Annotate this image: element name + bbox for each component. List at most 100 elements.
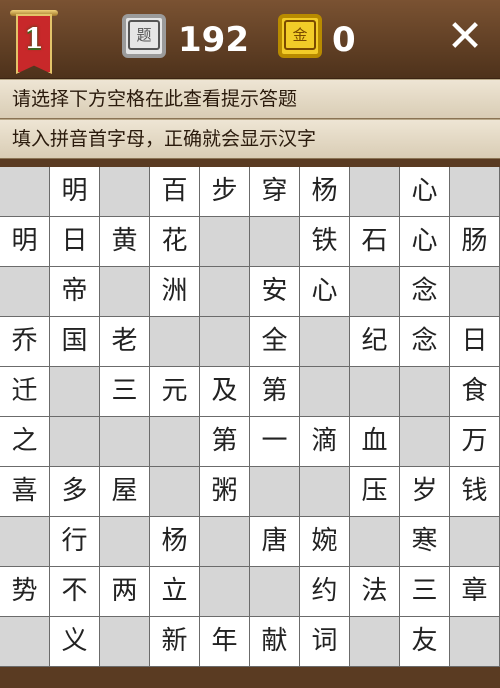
grid-cell-empty[interactable] xyxy=(250,567,300,617)
grid-cell-empty[interactable] xyxy=(200,517,250,567)
grid-cell-filled[interactable]: 洲 xyxy=(150,267,200,317)
grid-cell-filled[interactable]: 寒 xyxy=(400,517,450,567)
grid-cell-filled[interactable]: 词 xyxy=(300,617,350,667)
grid-cell-empty[interactable] xyxy=(200,317,250,367)
grid-cell-empty[interactable] xyxy=(0,167,50,217)
grid-cell-filled[interactable]: 老 xyxy=(100,317,150,367)
grid-cell-filled[interactable]: 法 xyxy=(350,567,400,617)
grid-cell-filled[interactable]: 全 xyxy=(250,317,300,367)
grid-cell-filled[interactable]: 万 xyxy=(450,417,500,467)
grid-cell-filled[interactable]: 一 xyxy=(250,417,300,467)
grid-cell-filled[interactable]: 新 xyxy=(150,617,200,667)
grid-cell-filled[interactable]: 迁 xyxy=(0,367,50,417)
grid-cell-empty[interactable] xyxy=(150,317,200,367)
grid-cell-filled[interactable]: 杨 xyxy=(300,167,350,217)
grid-cell-filled[interactable]: 第 xyxy=(200,417,250,467)
grid-cell-empty[interactable] xyxy=(350,267,400,317)
grid-cell-filled[interactable]: 唐 xyxy=(250,517,300,567)
grid-cell-filled[interactable]: 乔 xyxy=(0,317,50,367)
grid-cell-empty[interactable] xyxy=(350,167,400,217)
grid-cell-empty[interactable] xyxy=(100,167,150,217)
grid-cell-filled[interactable]: 食 xyxy=(450,367,500,417)
grid-cell-filled[interactable]: 滴 xyxy=(300,417,350,467)
grid-cell-empty[interactable] xyxy=(200,217,250,267)
grid-cell-filled[interactable]: 日 xyxy=(450,317,500,367)
grid-cell-filled[interactable]: 献 xyxy=(250,617,300,667)
grid-cell-filled[interactable]: 之 xyxy=(0,417,50,467)
grid-cell-filled[interactable]: 穿 xyxy=(250,167,300,217)
grid-cell-filled[interactable]: 婉 xyxy=(300,517,350,567)
grid-cell-filled[interactable]: 义 xyxy=(50,617,100,667)
grid-cell-empty[interactable] xyxy=(200,267,250,317)
grid-cell-filled[interactable]: 势 xyxy=(0,567,50,617)
grid-cell-empty[interactable] xyxy=(100,417,150,467)
grid-cell-filled[interactable]: 心 xyxy=(400,167,450,217)
grid-cell-filled[interactable]: 纪 xyxy=(350,317,400,367)
grid-cell-filled[interactable]: 安 xyxy=(250,267,300,317)
grid-cell-filled[interactable]: 元 xyxy=(150,367,200,417)
grid-cell-filled[interactable]: 日 xyxy=(50,217,100,267)
grid-cell-filled[interactable]: 多 xyxy=(50,467,100,517)
grid-cell-empty[interactable] xyxy=(450,167,500,217)
grid-cell-filled[interactable]: 肠 xyxy=(450,217,500,267)
grid-cell-filled[interactable]: 屋 xyxy=(100,467,150,517)
grid-cell-filled[interactable]: 帝 xyxy=(50,267,100,317)
grid-cell-empty[interactable] xyxy=(50,367,100,417)
grid-cell-empty[interactable] xyxy=(250,217,300,267)
grid-cell-filled[interactable]: 钱 xyxy=(450,467,500,517)
grid-cell-empty[interactable] xyxy=(0,517,50,567)
grid-cell-empty[interactable] xyxy=(200,567,250,617)
close-button[interactable]: ✕ xyxy=(442,14,488,60)
grid-cell-empty[interactable] xyxy=(350,517,400,567)
grid-cell-filled[interactable]: 年 xyxy=(200,617,250,667)
grid-cell-filled[interactable]: 心 xyxy=(300,267,350,317)
grid-cell-filled[interactable]: 念 xyxy=(400,317,450,367)
grid-cell-empty[interactable] xyxy=(300,467,350,517)
grid-cell-filled[interactable]: 喜 xyxy=(0,467,50,517)
grid-cell-filled[interactable]: 黄 xyxy=(100,217,150,267)
grid-cell-filled[interactable]: 第 xyxy=(250,367,300,417)
grid-cell-empty[interactable] xyxy=(250,467,300,517)
grid-cell-filled[interactable]: 不 xyxy=(50,567,100,617)
grid-cell-empty[interactable] xyxy=(400,417,450,467)
grid-cell-empty[interactable] xyxy=(450,517,500,567)
grid-cell-filled[interactable]: 百 xyxy=(150,167,200,217)
grid-cell-empty[interactable] xyxy=(100,267,150,317)
grid-cell-empty[interactable] xyxy=(300,317,350,367)
grid-cell-filled[interactable]: 行 xyxy=(50,517,100,567)
grid-cell-filled[interactable]: 国 xyxy=(50,317,100,367)
grid-cell-empty[interactable] xyxy=(150,467,200,517)
grid-cell-filled[interactable]: 血 xyxy=(350,417,400,467)
grid-cell-filled[interactable]: 两 xyxy=(100,567,150,617)
grid-cell-filled[interactable]: 岁 xyxy=(400,467,450,517)
grid-cell-filled[interactable]: 粥 xyxy=(200,467,250,517)
grid-cell-filled[interactable]: 明 xyxy=(50,167,100,217)
grid-cell-empty[interactable] xyxy=(350,617,400,667)
grid-cell-empty[interactable] xyxy=(400,367,450,417)
grid-cell-filled[interactable]: 念 xyxy=(400,267,450,317)
grid-cell-filled[interactable]: 心 xyxy=(400,217,450,267)
grid-cell-empty[interactable] xyxy=(50,417,100,467)
grid-cell-empty[interactable] xyxy=(300,367,350,417)
grid-cell-empty[interactable] xyxy=(350,367,400,417)
grid-cell-empty[interactable] xyxy=(450,267,500,317)
grid-cell-filled[interactable]: 立 xyxy=(150,567,200,617)
grid-cell-filled[interactable]: 压 xyxy=(350,467,400,517)
grid-cell-filled[interactable]: 友 xyxy=(400,617,450,667)
grid-cell-filled[interactable]: 明 xyxy=(0,217,50,267)
grid-cell-empty[interactable] xyxy=(100,517,150,567)
grid-cell-filled[interactable]: 石 xyxy=(350,217,400,267)
grid-cell-filled[interactable]: 章 xyxy=(450,567,500,617)
grid-cell-filled[interactable]: 三 xyxy=(100,367,150,417)
grid-cell-filled[interactable]: 杨 xyxy=(150,517,200,567)
grid-cell-empty[interactable] xyxy=(0,267,50,317)
grid-cell-filled[interactable]: 花 xyxy=(150,217,200,267)
grid-cell-filled[interactable]: 三 xyxy=(400,567,450,617)
grid-cell-empty[interactable] xyxy=(450,617,500,667)
grid-cell-filled[interactable]: 约 xyxy=(300,567,350,617)
grid-cell-filled[interactable]: 步 xyxy=(200,167,250,217)
grid-cell-empty[interactable] xyxy=(0,617,50,667)
grid-cell-empty[interactable] xyxy=(150,417,200,467)
grid-cell-filled[interactable]: 及 xyxy=(200,367,250,417)
grid-cell-filled[interactable]: 铁 xyxy=(300,217,350,267)
